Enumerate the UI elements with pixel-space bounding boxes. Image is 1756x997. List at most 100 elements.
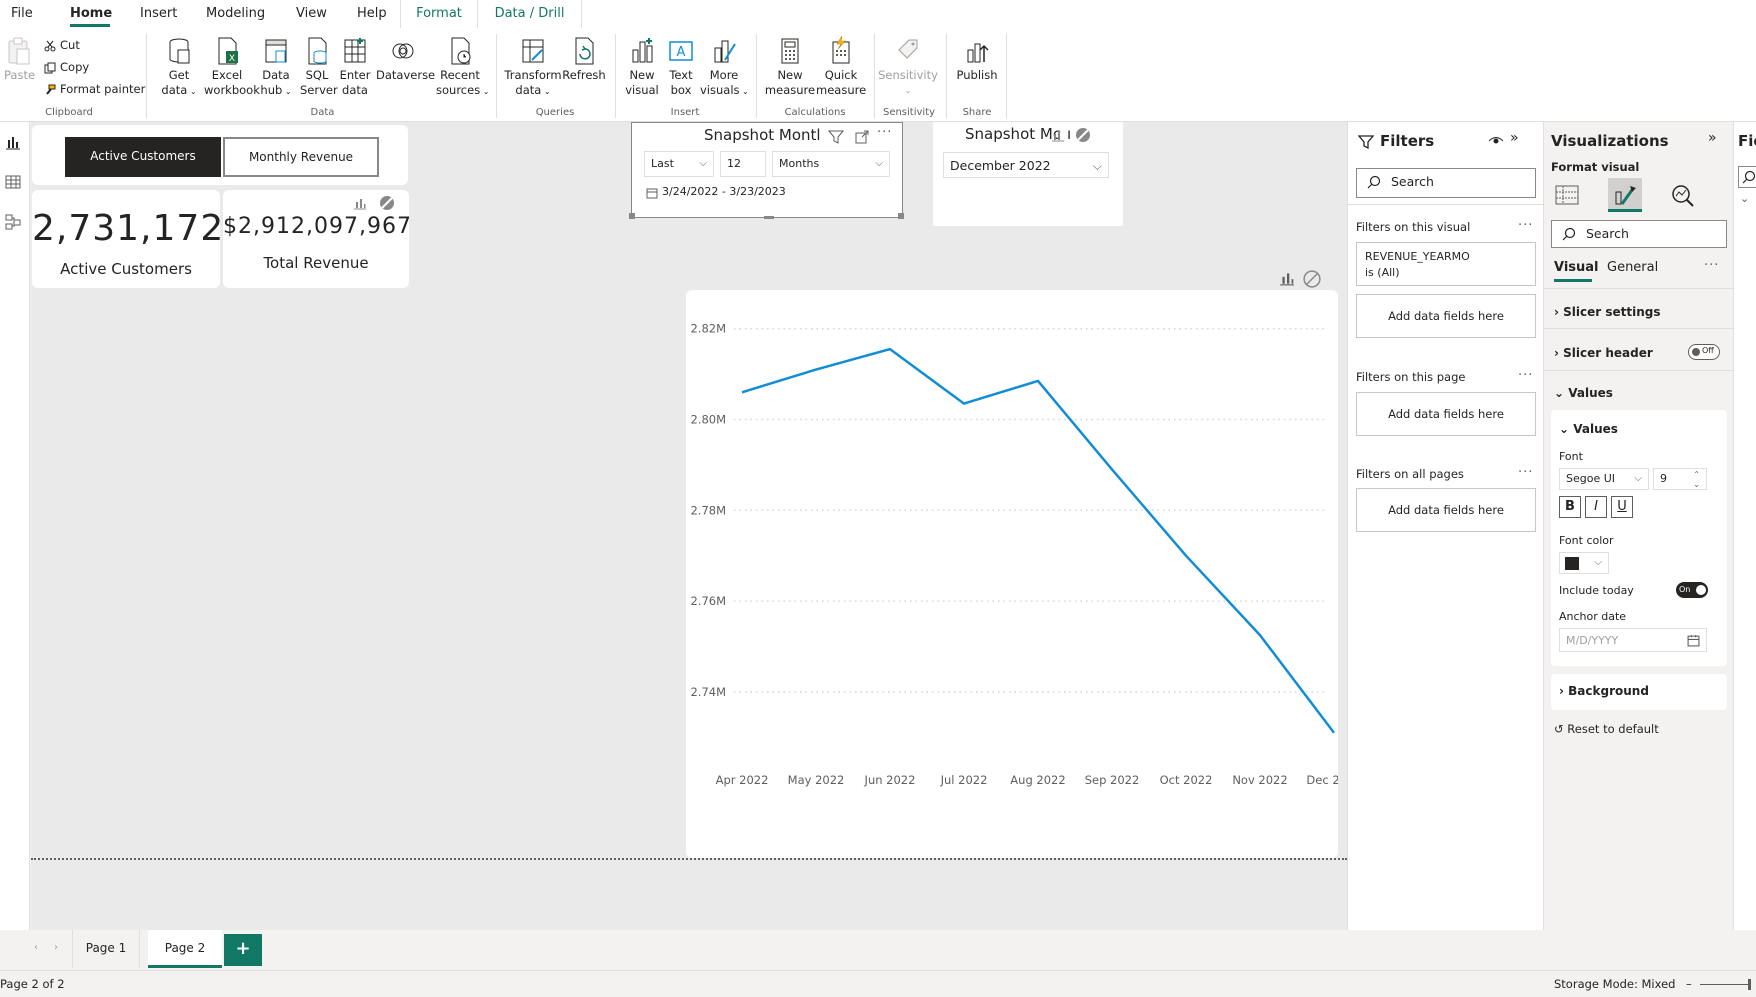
data-hub-button[interactable]: Data hub ⌄ [258, 36, 294, 99]
new-visual-button[interactable]: New visual [624, 36, 660, 98]
filter-card-revenue-yearmo[interactable]: REVENUE_YEARMO is (All) [1356, 242, 1536, 286]
visual-info-icon[interactable] [1279, 270, 1295, 286]
more-visuals-button[interactable]: More visuals ⌄ [700, 36, 749, 99]
data-point[interactable] [814, 368, 818, 372]
filters-search-input[interactable]: Search [1356, 168, 1536, 198]
dataverse-button[interactable]: Dataverse [376, 36, 435, 83]
font-family-dropdown[interactable]: Segoe UI ⌵ [1559, 468, 1649, 490]
menu-view[interactable]: View [296, 0, 327, 28]
data-point[interactable] [1110, 467, 1114, 471]
add-fields-visual[interactable]: Add data fields here [1356, 294, 1536, 338]
format-painter-button[interactable]: Format painter [44, 80, 145, 98]
visual-info-icon[interactable] [353, 196, 367, 210]
focus-mode-icon[interactable] [854, 129, 870, 145]
paste-button[interactable]: Paste [4, 36, 35, 83]
menu-help[interactable]: Help [357, 0, 387, 28]
copy-button[interactable]: Copy [44, 58, 89, 76]
more-options-icon[interactable]: ··· [1704, 258, 1719, 273]
add-page-button[interactable]: + [224, 934, 262, 966]
filter-icon[interactable] [828, 129, 844, 145]
resize-handle[interactable] [898, 213, 904, 219]
more-options-icon[interactable]: ··· [1518, 218, 1533, 233]
menu-file[interactable]: File [11, 0, 33, 28]
build-visual-icon[interactable] [1554, 182, 1580, 208]
menu-insert[interactable]: Insert [140, 0, 177, 28]
tab-general[interactable]: General [1607, 260, 1658, 275]
slicer-settings-section[interactable]: › Slicer settings [1554, 305, 1661, 319]
values-card-header[interactable]: ⌄ Values [1559, 422, 1618, 436]
background-card[interactable]: › Background [1551, 674, 1727, 710]
viz-search-input[interactable]: Search [1551, 220, 1727, 248]
data-point[interactable] [740, 390, 744, 394]
transform-data-button[interactable]: Transform data ⌄ [504, 36, 562, 99]
data-point[interactable] [1036, 379, 1040, 383]
font-color-picker[interactable]: ⌵ [1559, 552, 1609, 574]
publish-button[interactable]: Publish [954, 36, 1000, 83]
active-customers-toggle[interactable]: Active Customers [65, 137, 221, 177]
chevron-down-icon[interactable]: ⌄ [1740, 192, 1749, 205]
values-section[interactable]: ⌄ Values [1554, 386, 1613, 400]
resize-handle[interactable] [764, 216, 774, 219]
anchor-date-input[interactable]: M/D/YYYY [1559, 628, 1707, 652]
refresh-button[interactable]: Refresh [562, 36, 606, 83]
tab-visual[interactable]: Visual [1554, 260, 1599, 275]
include-today-toggle[interactable]: On [1676, 582, 1708, 598]
table-view-icon[interactable] [5, 174, 21, 190]
visual-info-icon[interactable] [1051, 128, 1065, 142]
relative-date-slicer[interactable]: Snapshot Montl ··· Last ⌵ 12 Months ⌵ 3/24… [629, 122, 904, 219]
monthly-revenue-toggle[interactable]: Monthly Revenue [223, 137, 379, 177]
page-tab-1[interactable]: Page 1 [72, 930, 140, 968]
more-options-icon[interactable]: ··· [1518, 465, 1533, 480]
slicer-header-section[interactable]: › Slicer header [1554, 346, 1653, 360]
bold-button[interactable]: B [1559, 496, 1581, 518]
calendar-icon[interactable] [1687, 634, 1700, 647]
fields-search-input[interactable] [1738, 166, 1756, 188]
get-data-button[interactable]: Get data ⌄ [159, 36, 199, 99]
menu-data-drill[interactable]: Data / Drill [478, 0, 582, 28]
text-box-button[interactable]: A Text box [664, 36, 698, 98]
line-chart-card[interactable]: 2.74M 2.76M 2.78M 2.80M 2.82M Apr 2022 May 202… [686, 290, 1362, 858]
analytics-icon[interactable] [1669, 182, 1695, 208]
underline-button[interactable]: U [1611, 496, 1633, 518]
relative-mode-dropdown[interactable]: Last ⌵ [644, 151, 714, 177]
resize-handle[interactable] [629, 213, 635, 219]
data-point[interactable] [1258, 633, 1262, 637]
zoom-out-icon[interactable]: – [1686, 977, 1692, 991]
more-options-icon[interactable]: ··· [877, 125, 892, 140]
more-options-icon[interactable]: ··· [1518, 368, 1533, 383]
cut-button[interactable]: Cut [44, 36, 80, 54]
collapse-pane-icon[interactable]: » [1510, 130, 1519, 146]
recent-sources-button[interactable]: Recent sources ⌄ [436, 36, 489, 99]
menu-format[interactable]: Format [400, 0, 478, 28]
relative-count-input[interactable]: 12 [720, 151, 766, 177]
data-point[interactable] [1332, 731, 1336, 735]
add-fields-all-pages[interactable]: Add data fields here [1356, 488, 1536, 532]
data-point[interactable] [1184, 554, 1188, 558]
new-measure-button[interactable]: New measure [764, 36, 816, 98]
sql-server-button[interactable]: SQL Server [300, 36, 338, 98]
sensitivity-button[interactable]: Sensitivity ⌄ [878, 36, 938, 98]
data-point[interactable] [888, 347, 892, 351]
relative-unit-dropdown[interactable]: Months ⌵ [772, 151, 890, 177]
eye-icon[interactable] [1488, 134, 1504, 148]
format-visual-tab[interactable] [1608, 178, 1642, 212]
report-view-icon[interactable] [5, 134, 21, 150]
page-tab-2[interactable]: Page 2 [148, 930, 222, 968]
font-size-stepper[interactable]: 9 ⌃ ⌄ [1653, 468, 1707, 490]
slicer-header-toggle[interactable]: Off [1688, 344, 1720, 360]
collapse-pane-icon[interactable]: » [1708, 130, 1717, 146]
series-line[interactable] [741, 347, 1335, 734]
prohibited-icon[interactable] [1303, 270, 1321, 288]
excel-workbook-button[interactable]: X Excel workbook [204, 36, 260, 98]
model-view-icon[interactable] [5, 214, 21, 230]
add-fields-page[interactable]: Add data fields here [1356, 392, 1536, 436]
scroll-right-icon[interactable]: › [54, 942, 58, 953]
prohibited-icon[interactable] [379, 195, 395, 211]
enter-data-button[interactable]: Enter data [338, 36, 372, 98]
month-slicer[interactable]: Snapshot Mc ı December 2022 ⌵ [933, 122, 1123, 226]
zoom-slider[interactable] [1700, 984, 1750, 985]
scroll-left-icon[interactable]: ‹ [34, 942, 38, 953]
menu-modeling[interactable]: Modeling [206, 0, 265, 28]
italic-button[interactable]: I [1585, 496, 1607, 518]
prohibited-icon[interactable] [1075, 127, 1091, 143]
